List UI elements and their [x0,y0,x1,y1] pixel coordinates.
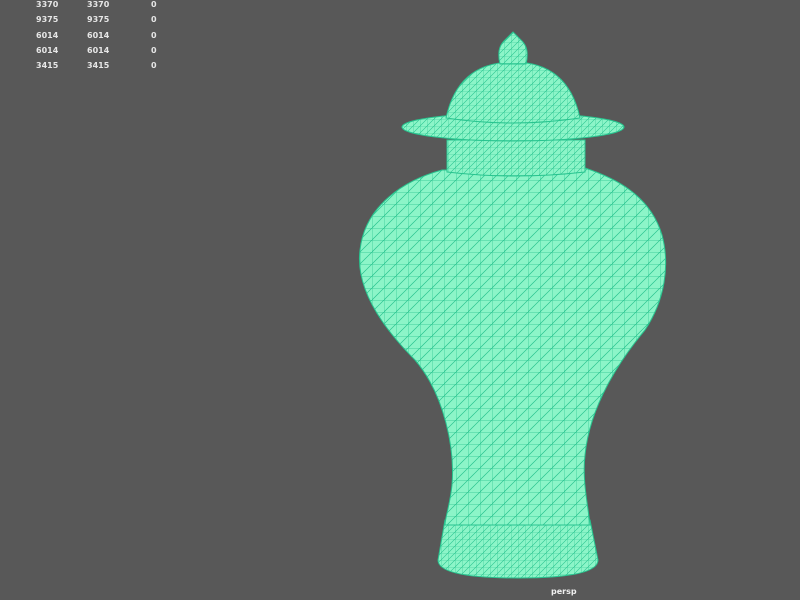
hud-value: 9375 [36,15,59,25]
hud-value: 0 [151,15,157,25]
hud-value: 0 [151,61,157,71]
hud-value: 3415 [87,61,110,71]
vase-neck [446,139,586,177]
hud-value: 0 [151,0,157,9]
hud-value: 9375 [87,15,110,25]
camera-label: persp [551,587,577,596]
hud-value: 0 [151,45,157,55]
hud-value: 6014 [87,30,110,40]
hud-value: 3415 [36,61,59,71]
hud-value: 6014 [36,30,59,40]
viewport-canvas[interactable] [0,0,800,600]
hud-value: 6014 [36,45,59,55]
hud-value: 3370 [87,0,110,9]
hud-value: 6014 [87,45,110,55]
vase-wireframe-model[interactable] [358,31,667,579]
hud-value: 3370 [36,0,59,9]
hud-value: 0 [151,30,157,40]
vase-base [437,519,599,579]
lid-dome [445,61,581,124]
vase-body [358,167,667,526]
lid-knob [498,31,528,65]
